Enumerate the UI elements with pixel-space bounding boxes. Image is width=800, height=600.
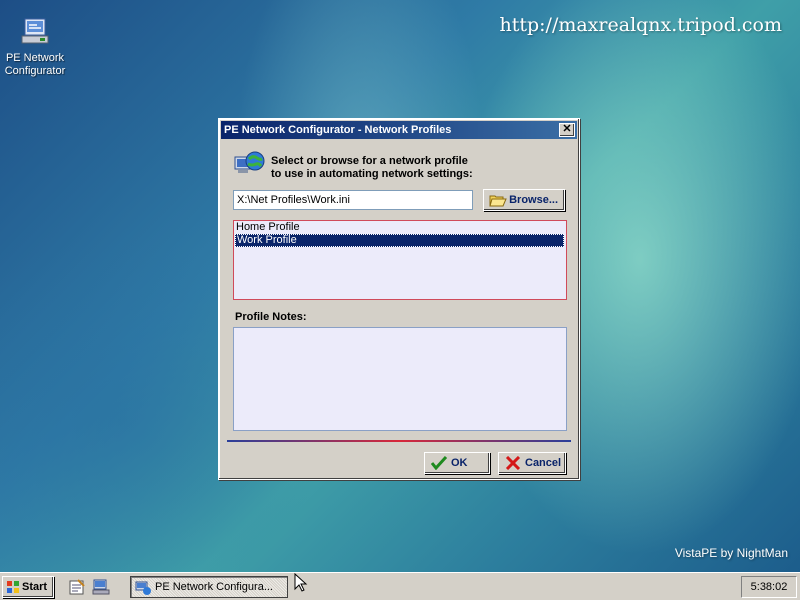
taskbar-item-label: PE Network Configura... [155, 581, 273, 593]
instruction-text: Select or browse for a network profile t… [271, 155, 473, 181]
windows-logo-icon [6, 580, 20, 594]
dialog-titlebar[interactable]: PE Network Configurator - Network Profil… [221, 121, 577, 139]
folder-open-icon [489, 193, 507, 207]
vistape-credit: VistaPE by NightMan [674, 546, 788, 560]
taskbar-item-pe-network-configurator[interactable]: PE Network Configura... [130, 576, 288, 598]
start-label: Start [22, 581, 48, 593]
instruction-line-1: Select or browse for a network profile [271, 155, 468, 167]
cancel-button[interactable]: Cancel [498, 452, 566, 474]
browse-label: Browse... [509, 194, 558, 206]
mouse-cursor-icon [294, 572, 308, 593]
network-profiles-dialog: PE Network Configurator - Network Profil… [218, 118, 580, 480]
cancel-label: Cancel [525, 457, 562, 469]
taskbar: Start PE Network Configura... 5:38:02 [0, 572, 800, 600]
desktop-icon-label: PE Network Configurator [4, 52, 66, 77]
ok-label: OK [451, 457, 468, 469]
watermark-url: http://maxrealqnx.tripod.com [499, 14, 782, 36]
profile-notes-label: Profile Notes: [235, 311, 307, 323]
system-clock[interactable]: 5:38:02 [741, 576, 797, 598]
red-x-icon [505, 455, 521, 471]
start-button[interactable]: Start [2, 576, 54, 598]
network-config-icon [19, 16, 51, 48]
dialog-title: PE Network Configurator - Network Profil… [224, 124, 452, 136]
notepad-quicklaunch-icon[interactable] [68, 578, 86, 596]
profile-list[interactable]: Home Profile Work Profile [233, 220, 567, 300]
ok-button[interactable]: OK [424, 452, 490, 474]
network-globe-icon [233, 149, 265, 179]
checkmark-icon [430, 455, 448, 471]
network-quicklaunch-icon[interactable] [92, 578, 110, 596]
list-item-home-profile[interactable]: Home Profile [234, 221, 566, 234]
browse-button[interactable]: Browse... [483, 189, 565, 211]
desktop-icon-pe-network-configurator[interactable]: PE Network Configurator [2, 16, 68, 78]
list-item-work-profile[interactable]: Work Profile [235, 234, 564, 247]
instruction-line-2: to use in automating network settings: [271, 168, 473, 180]
network-config-icon [135, 580, 151, 596]
close-button[interactable]: ✕ [559, 123, 575, 137]
profile-notes-textarea[interactable] [233, 327, 567, 431]
profile-path-input[interactable] [233, 190, 473, 210]
divider [227, 440, 571, 442]
